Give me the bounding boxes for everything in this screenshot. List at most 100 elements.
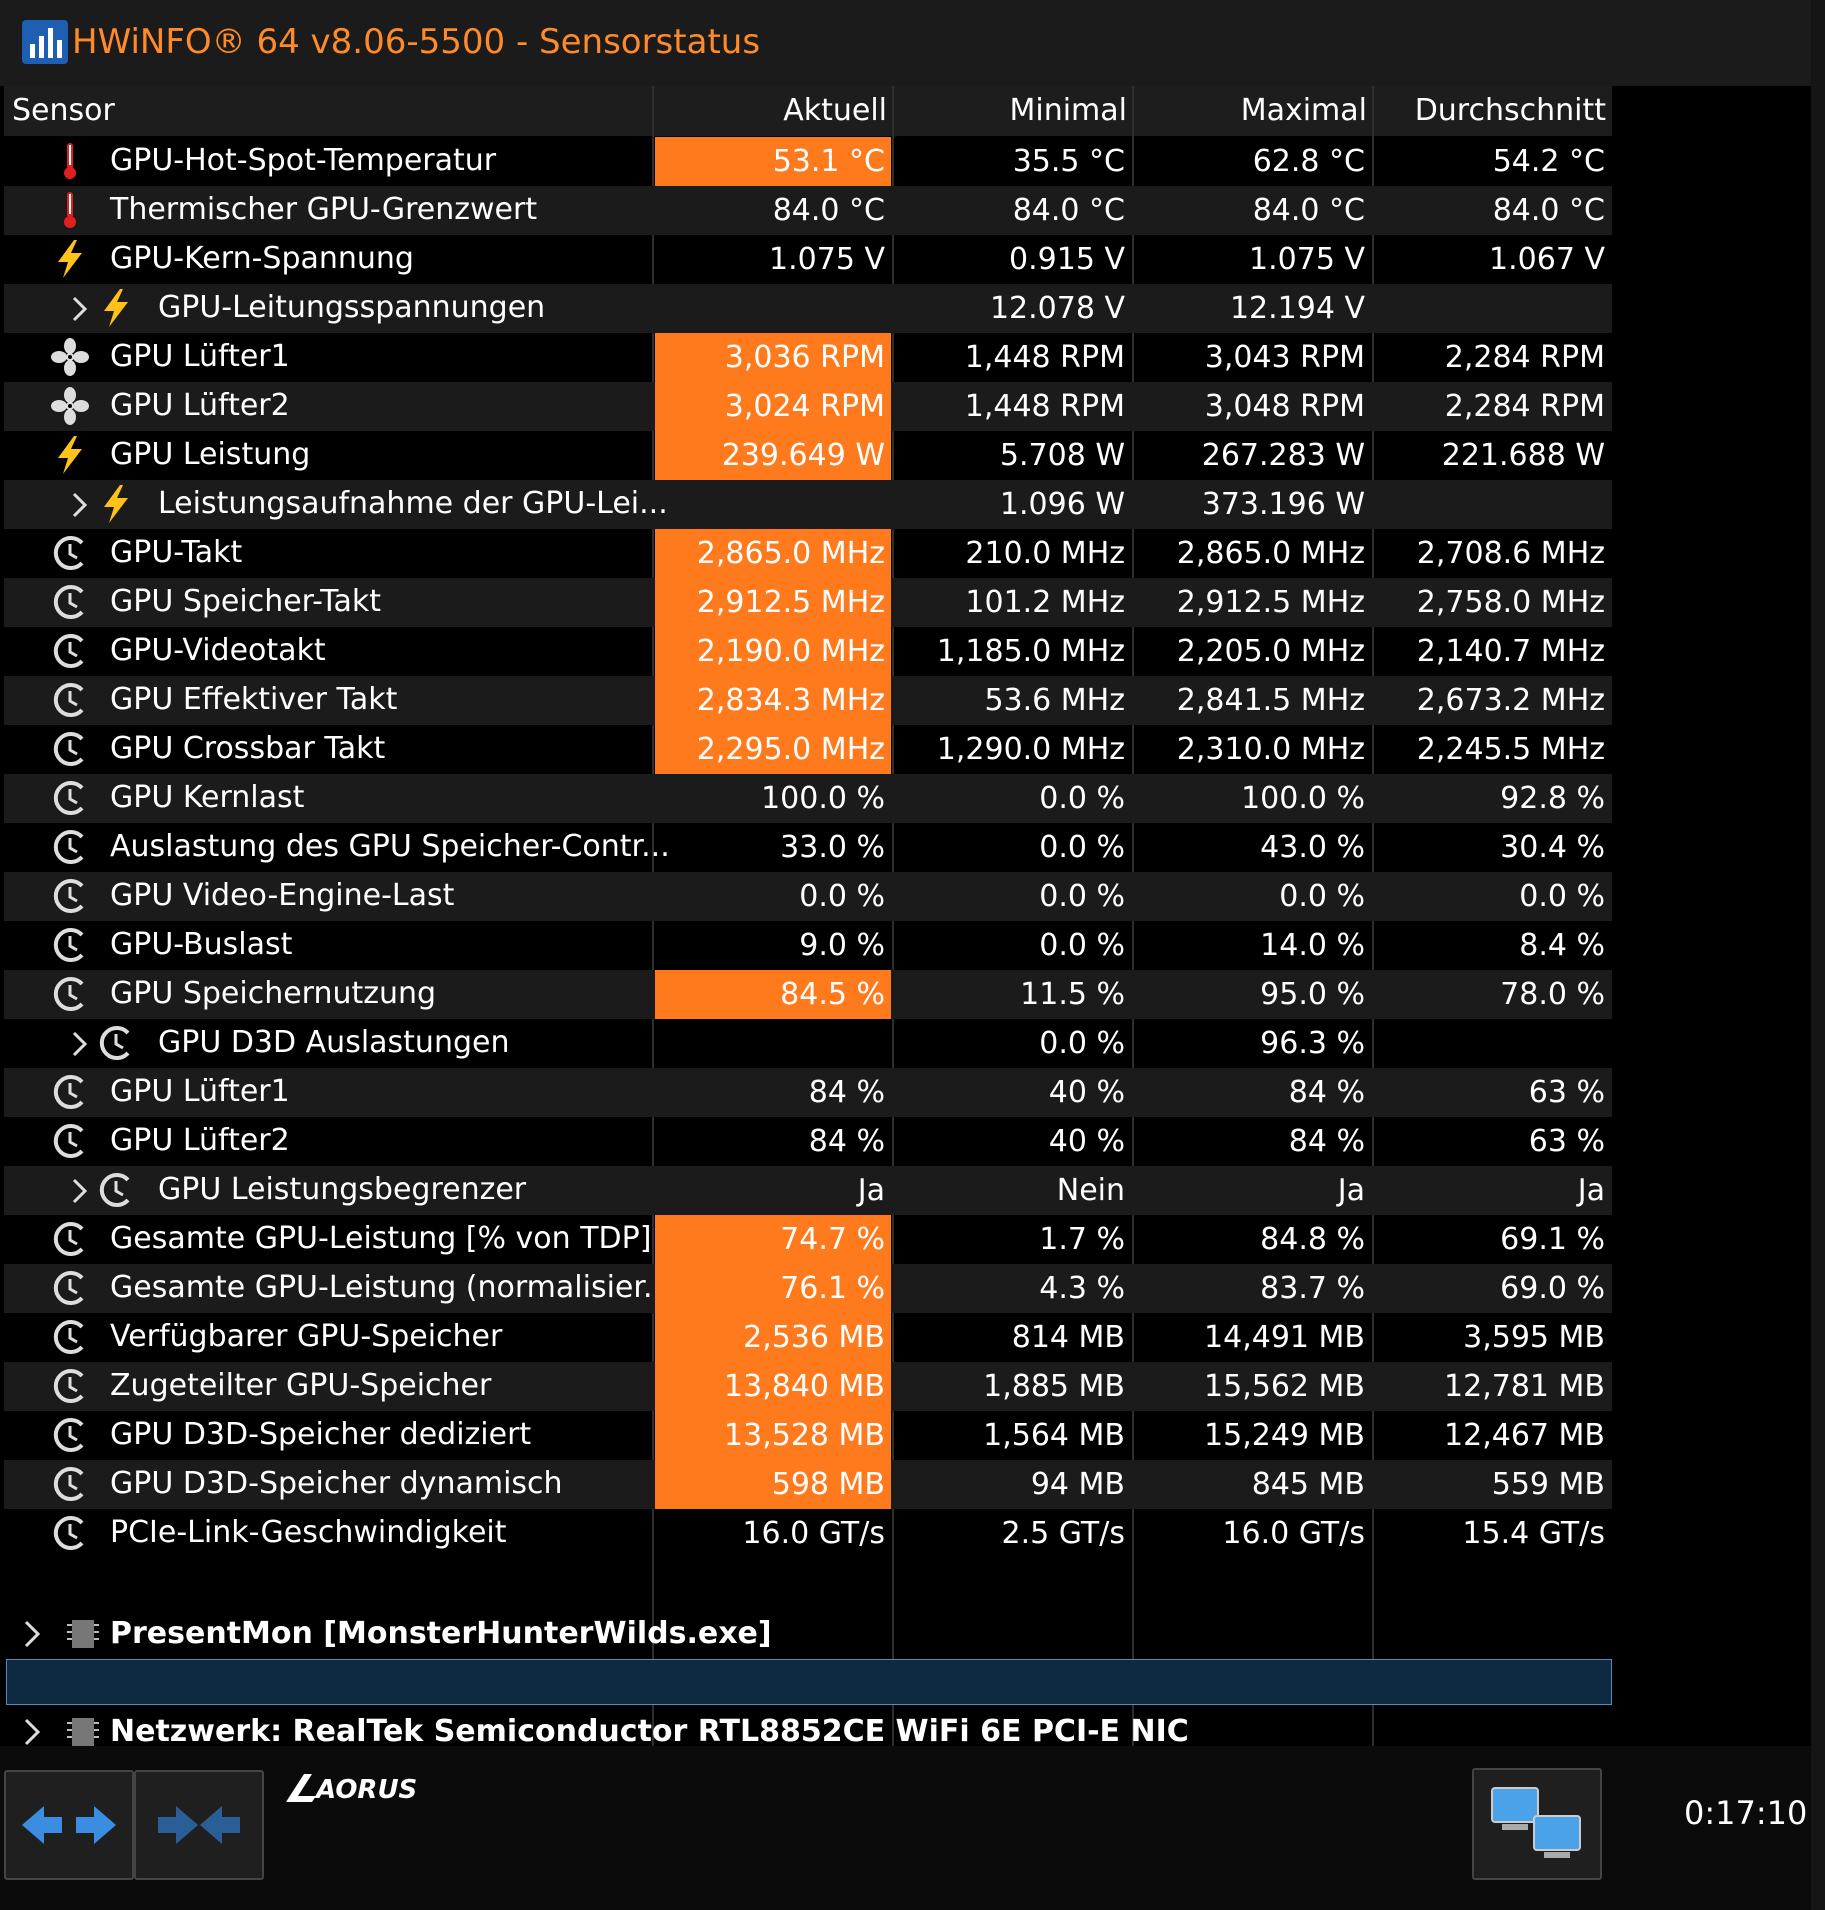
value-maximum: 845 MB — [1251, 1467, 1365, 1502]
sensor-row[interactable]: Auslastung des GPU Speicher-Contr... 33.0… — [4, 823, 1612, 872]
chip-icon — [67, 1620, 99, 1648]
value-average: 69.0 % — [1500, 1271, 1605, 1306]
sensor-row[interactable]: GPU-Leitungsspannungen 12.078 V 12.194 V — [4, 284, 1612, 333]
sensor-name: GPU Video-Engine-Last — [110, 878, 455, 913]
network-button[interactable] — [1472, 1768, 1602, 1880]
sensor-row[interactable]: Zugeteilter GPU-Speicher 13,840 MB 1,885 M… — [4, 1362, 1612, 1411]
sensor-row[interactable]: GPU Effektiver Takt 2,834.3 MHz 53.6 MHz 2,… — [4, 676, 1612, 725]
sensor-row[interactable]: GPU Speichernutzung 84.5 % 11.5 % 95.0 % 78.… — [4, 970, 1612, 1019]
value-minimum: 5.708 W — [999, 438, 1125, 473]
sensor-row[interactable]: GPU-Takt 2,865.0 MHz 210.0 MHz 2,865.0 MHz 2… — [4, 529, 1612, 578]
sensor-row[interactable]: Gesamte GPU-Leistung [% von TDP] 74.7 % 1.… — [4, 1215, 1612, 1264]
sensor-row[interactable]: PCIe-Link-Geschwindigkeit 16.0 GT/s 2.5 GT… — [4, 1509, 1612, 1558]
chevron-right-icon[interactable] — [66, 294, 94, 324]
sensor-row[interactable]: Gesamte GPU-Leistung (normalisier... 76.1… — [4, 1264, 1612, 1313]
value-minimum: 814 MB — [1011, 1320, 1125, 1355]
sensor-name: Gesamte GPU-Leistung (normalisier... — [110, 1270, 672, 1305]
value-maximum: 100.0 % — [1241, 781, 1365, 816]
value-maximum: 373.196 W — [1201, 487, 1365, 522]
value-current: 84.5 % — [655, 970, 891, 1019]
selected-empty-row[interactable] — [6, 1659, 1612, 1705]
value-current: Ja — [857, 1173, 885, 1208]
sensor-row[interactable]: GPU-Hot-Spot-Temperatur 53.1 °C 35.5 °C 62.… — [4, 137, 1612, 186]
column-header-minimal[interactable]: Minimal — [1009, 93, 1127, 128]
network-computers-icon — [1491, 1787, 1581, 1858]
chevron-right-icon[interactable] — [18, 1618, 46, 1650]
sensor-name: GPU-Takt — [110, 535, 243, 570]
value-average: 92.8 % — [1500, 781, 1605, 816]
value-minimum: 1,290.0 MHz — [936, 732, 1125, 767]
value-maximum: 16.0 GT/s — [1222, 1516, 1365, 1551]
sensor-row[interactable]: GPU D3D Auslastungen 0.0 % 96.3 % — [4, 1019, 1612, 1068]
clock-icon — [96, 1170, 136, 1210]
chevron-right-icon[interactable] — [18, 1716, 46, 1746]
sensor-name: GPU Leistung — [110, 437, 311, 472]
value-average — [1375, 1019, 1611, 1068]
column-header-maximal[interactable]: Maximal — [1241, 93, 1367, 128]
sensor-row[interactable]: GPU-Kern-Spannung 1.075 V 0.915 V 1.075 V 1.… — [4, 235, 1612, 284]
value-current: 2,912.5 MHz — [655, 578, 891, 627]
value-current: 33.0 % — [780, 830, 885, 865]
lightning-icon — [50, 435, 90, 475]
sensor-name: Verfügbarer GPU-Speicher — [110, 1319, 503, 1354]
value-maximum: 2,205.0 MHz — [1176, 634, 1365, 669]
clock-icon — [50, 1072, 90, 1112]
value-minimum: Nein — [1056, 1173, 1125, 1208]
value-current: 2,295.0 MHz — [655, 725, 891, 774]
value-average: 84.0 °C — [1492, 193, 1605, 228]
column-header-durchschnitt[interactable]: Durchschnitt — [1415, 93, 1606, 128]
value-minimum: 1,448 RPM — [964, 340, 1125, 375]
clock-icon — [50, 925, 90, 965]
sensor-row[interactable]: Thermischer GPU-Grenzwert 84.0 °C 84.0 °C 8… — [4, 186, 1612, 235]
sensor-name: Auslastung des GPU Speicher-Contr... — [110, 829, 670, 864]
sensor-row[interactable]: GPU Lüfter1 84 % 40 % 84 % 63 % — [4, 1068, 1612, 1117]
chevron-right-icon[interactable] — [66, 1029, 94, 1059]
value-average: 15.4 GT/s — [1462, 1516, 1605, 1551]
chip-icon — [67, 1718, 99, 1746]
value-average: 63 % — [1528, 1124, 1605, 1159]
sensor-name: GPU Lüfter1 — [110, 1074, 290, 1109]
elapsed-time: 0:17:10 — [1684, 1794, 1808, 1832]
clock-icon — [50, 1317, 90, 1357]
sensor-row[interactable]: GPU Leistung 239.649 W 5.708 W 267.283 W 221… — [4, 431, 1612, 480]
sensor-row[interactable]: GPU D3D-Speicher dynamisch 598 MB 94 MB 845… — [4, 1460, 1612, 1509]
sensor-name: GPU Effektiver Takt — [110, 682, 398, 717]
sensor-row[interactable]: GPU Lüfter1 3,036 RPM 1,448 RPM 3,043 RPM 2,… — [4, 333, 1612, 382]
group-netzwerk[interactable]: Netzwerk: RealTek Semiconductor RTL8852C… — [4, 1708, 1612, 1746]
value-maximum: 15,249 MB — [1204, 1418, 1365, 1453]
clock-icon — [50, 582, 90, 622]
sensor-name: GPU Lüfter1 — [110, 339, 290, 374]
value-current: 100.0 % — [761, 781, 885, 816]
value-current: 76.1 % — [655, 1264, 891, 1313]
group-presentmon[interactable]: PresentMon [MonsterHunterWilds.exe] — [4, 1610, 1612, 1658]
column-header-sensor[interactable]: Sensor — [12, 93, 115, 128]
value-current: 53.1 °C — [655, 137, 891, 186]
value-maximum: Ja — [1337, 1173, 1365, 1208]
value-current: 598 MB — [655, 1460, 891, 1509]
collapse-arrows-button[interactable] — [134, 1770, 264, 1880]
sensor-row[interactable]: GPU Crossbar Takt 2,295.0 MHz 1,290.0 MHz 2… — [4, 725, 1612, 774]
sensor-row[interactable]: Leistungsaufnahme der GPU-Lei... 1.096 W 3… — [4, 480, 1612, 529]
chevron-right-icon[interactable] — [66, 1176, 94, 1206]
sensor-row[interactable]: GPU Speicher-Takt 2,912.5 MHz 101.2 MHz 2,9… — [4, 578, 1612, 627]
sensor-row[interactable]: GPU D3D-Speicher dediziert 13,528 MB 1,564… — [4, 1411, 1612, 1460]
value-current: 13,840 MB — [655, 1362, 891, 1411]
value-maximum: 95.0 % — [1260, 977, 1365, 1012]
sensor-row[interactable]: GPU-Videotakt 2,190.0 MHz 1,185.0 MHz 2,205… — [4, 627, 1612, 676]
sensor-row[interactable]: GPU Lüfter2 84 % 40 % 84 % 63 % — [4, 1117, 1612, 1166]
sensor-row[interactable]: Verfügbarer GPU-Speicher 2,536 MB 814 MB 14… — [4, 1313, 1612, 1362]
value-average: 78.0 % — [1500, 977, 1605, 1012]
sensor-row[interactable]: GPU-Buslast 9.0 % 0.0 % 14.0 % 8.4 % — [4, 921, 1612, 970]
chevron-right-icon[interactable] — [66, 490, 94, 520]
sensor-row[interactable]: GPU Video-Engine-Last 0.0 % 0.0 % 0.0 % 0.0 … — [4, 872, 1612, 921]
clock-icon — [50, 1121, 90, 1161]
value-minimum: 0.0 % — [1039, 781, 1125, 816]
expand-arrows-button[interactable] — [4, 1770, 134, 1880]
value-average: 2,708.6 MHz — [1416, 536, 1605, 571]
sensor-row[interactable]: GPU Lüfter2 3,024 RPM 1,448 RPM 3,048 RPM 2,… — [4, 382, 1612, 431]
value-current: 239.649 W — [655, 431, 891, 480]
sensor-row[interactable]: GPU Kernlast 100.0 % 0.0 % 100.0 % 92.8 % — [4, 774, 1612, 823]
sensor-row[interactable]: GPU Leistungsbegrenzer Ja Nein Ja Ja — [4, 1166, 1612, 1215]
value-average: 54.2 °C — [1492, 144, 1605, 179]
column-header-aktuell[interactable]: Aktuell — [783, 93, 887, 128]
